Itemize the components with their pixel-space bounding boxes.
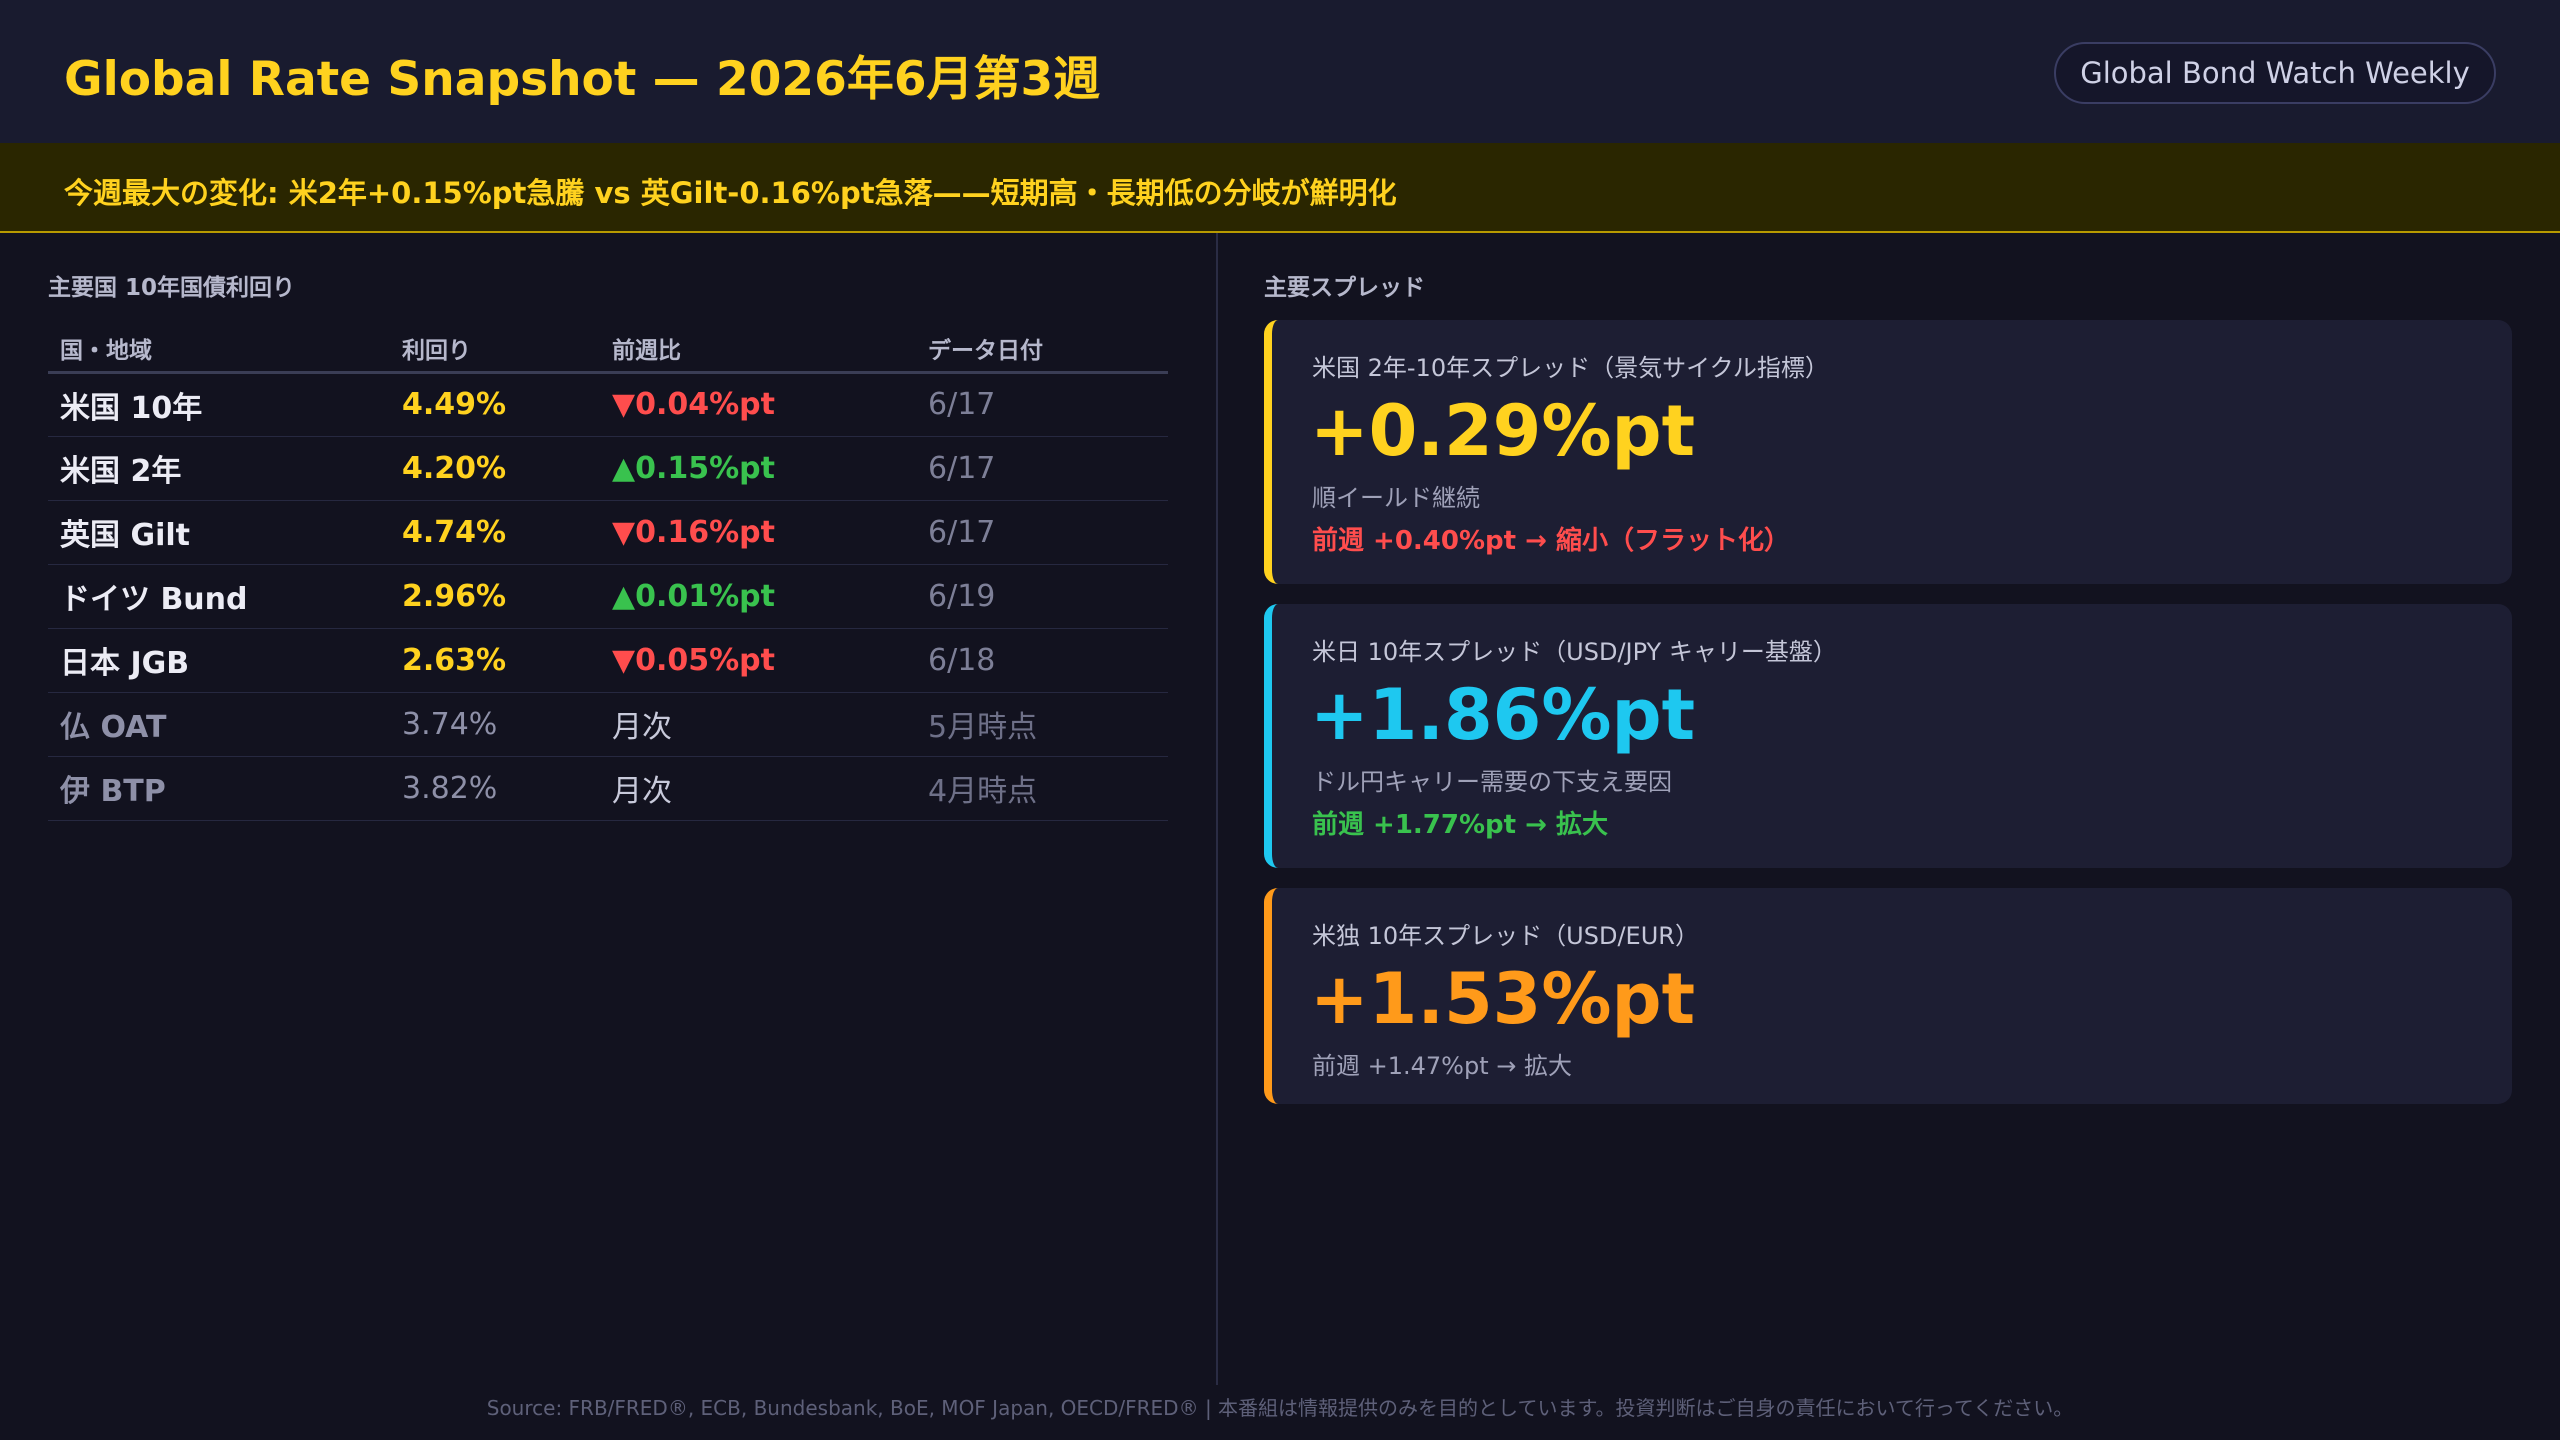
col-header-date: データ日付 bbox=[916, 326, 1168, 374]
spread-label: 米日 10年スプレッド（USD/JPY キャリー基盤） bbox=[1312, 638, 1837, 666]
row-country: 米国 10年 bbox=[48, 372, 390, 437]
row-date: 6/19 bbox=[916, 564, 1168, 629]
table-header-row: 国・地域 利回り 前週比 データ日付 bbox=[48, 326, 1168, 374]
row-yield: 4.49% bbox=[390, 372, 600, 437]
table-row: ドイツ Bund 2.96% ▲0.01%pt 6/19 bbox=[48, 564, 1168, 629]
spread-delta: 前週 +1.77%pt → 拡大 bbox=[1312, 810, 1608, 840]
table-row: 仏 OAT 3.74% 月次 5月時点 bbox=[48, 692, 1168, 757]
spread-card-us-de: 米独 10年スプレッド（USD/EUR） +1.53%pt 前週 +1.47%p… bbox=[1264, 888, 2512, 1104]
row-yield: 4.74% bbox=[390, 500, 600, 565]
row-date: 4月時点 bbox=[916, 756, 1168, 821]
spread-note: 前週 +1.47%pt → 拡大 bbox=[1312, 1052, 1572, 1080]
row-country: 日本 JGB bbox=[48, 628, 390, 693]
alert-banner: 今週最大の変化: 米2年+0.15%pt急騰 vs 英Gilt-0.16%pt急… bbox=[0, 143, 2560, 233]
row-country: 米国 2年 bbox=[48, 436, 390, 501]
row-date: 6/17 bbox=[916, 372, 1168, 437]
table-row: 米国 10年 4.49% ▼0.04%pt 6/17 bbox=[48, 372, 1168, 437]
row-country: 英国 Gilt bbox=[48, 500, 390, 565]
column-divider bbox=[1216, 233, 1218, 1385]
table-row: 米国 2年 4.20% ▲0.15%pt 6/17 bbox=[48, 436, 1168, 501]
spread-note: ドル円キャリー需要の下支え要因 bbox=[1312, 768, 1672, 796]
spread-value: +1.86%pt bbox=[1310, 674, 1696, 756]
row-yield: 3.74% bbox=[390, 692, 600, 757]
row-yield: 2.63% bbox=[390, 628, 600, 693]
spread-label: 米国 2年-10年スプレッド（景気サイクル指標） bbox=[1312, 354, 1829, 382]
row-yield: 2.96% bbox=[390, 564, 600, 629]
spread-note: 順イールド継続 bbox=[1312, 484, 1480, 512]
spreads-section-title: 主要スプレッド bbox=[1264, 275, 1425, 301]
row-change: ▼0.16%pt bbox=[600, 500, 916, 565]
row-country: 伊 BTP bbox=[48, 756, 390, 821]
header-bar: Global Rate Snapshot — 2026年6月第3週 Global… bbox=[0, 0, 2560, 143]
rates-section-title: 主要国 10年国債利回り bbox=[48, 275, 296, 301]
col-header-yield: 利回り bbox=[390, 326, 600, 374]
row-date: 6/17 bbox=[916, 500, 1168, 565]
row-change: ▲0.15%pt bbox=[600, 436, 916, 501]
row-yield: 4.20% bbox=[390, 436, 600, 501]
page-title: Global Rate Snapshot — 2026年6月第3週 bbox=[64, 52, 1101, 107]
row-change: ▼0.05%pt bbox=[600, 628, 916, 693]
row-date: 6/18 bbox=[916, 628, 1168, 693]
table-row: 伊 BTP 3.82% 月次 4月時点 bbox=[48, 756, 1168, 821]
rates-table: 国・地域 利回り 前週比 データ日付 米国 10年 4.49% ▼0.04%pt… bbox=[48, 326, 1168, 821]
col-header-country: 国・地域 bbox=[48, 326, 390, 374]
row-country: 仏 OAT bbox=[48, 692, 390, 757]
table-row: 英国 Gilt 4.74% ▼0.16%pt 6/17 bbox=[48, 500, 1168, 565]
row-change: 月次 bbox=[600, 692, 916, 757]
spread-delta: 前週 +0.40%pt → 縮小（フラット化） bbox=[1312, 526, 1790, 556]
alert-text: 今週最大の変化: 米2年+0.15%pt急騰 vs 英Gilt-0.16%pt急… bbox=[64, 176, 1397, 210]
row-change: ▼0.04%pt bbox=[600, 372, 916, 437]
spread-card-us-2y10y: 米国 2年-10年スプレッド（景気サイクル指標） +0.29%pt 順イールド継… bbox=[1264, 320, 2512, 584]
spread-label: 米独 10年スプレッド（USD/EUR） bbox=[1312, 922, 1699, 950]
row-country: ドイツ Bund bbox=[48, 564, 390, 629]
col-header-change: 前週比 bbox=[600, 326, 916, 374]
row-date: 5月時点 bbox=[916, 692, 1168, 757]
spread-value: +0.29%pt bbox=[1310, 390, 1696, 472]
row-yield: 3.82% bbox=[390, 756, 600, 821]
table-row: 日本 JGB 2.63% ▼0.05%pt 6/18 bbox=[48, 628, 1168, 693]
program-badge: Global Bond Watch Weekly bbox=[2054, 42, 2496, 104]
spread-card-us-jp: 米日 10年スプレッド（USD/JPY キャリー基盤） +1.86%pt ドル円… bbox=[1264, 604, 2512, 868]
row-date: 6/17 bbox=[916, 436, 1168, 501]
source-footer: Source: FRB/FRED®, ECB, Bundesbank, BoE,… bbox=[486, 1396, 2074, 1420]
row-change: 月次 bbox=[600, 756, 916, 821]
row-change: ▲0.01%pt bbox=[600, 564, 916, 629]
spread-value: +1.53%pt bbox=[1310, 958, 1696, 1040]
